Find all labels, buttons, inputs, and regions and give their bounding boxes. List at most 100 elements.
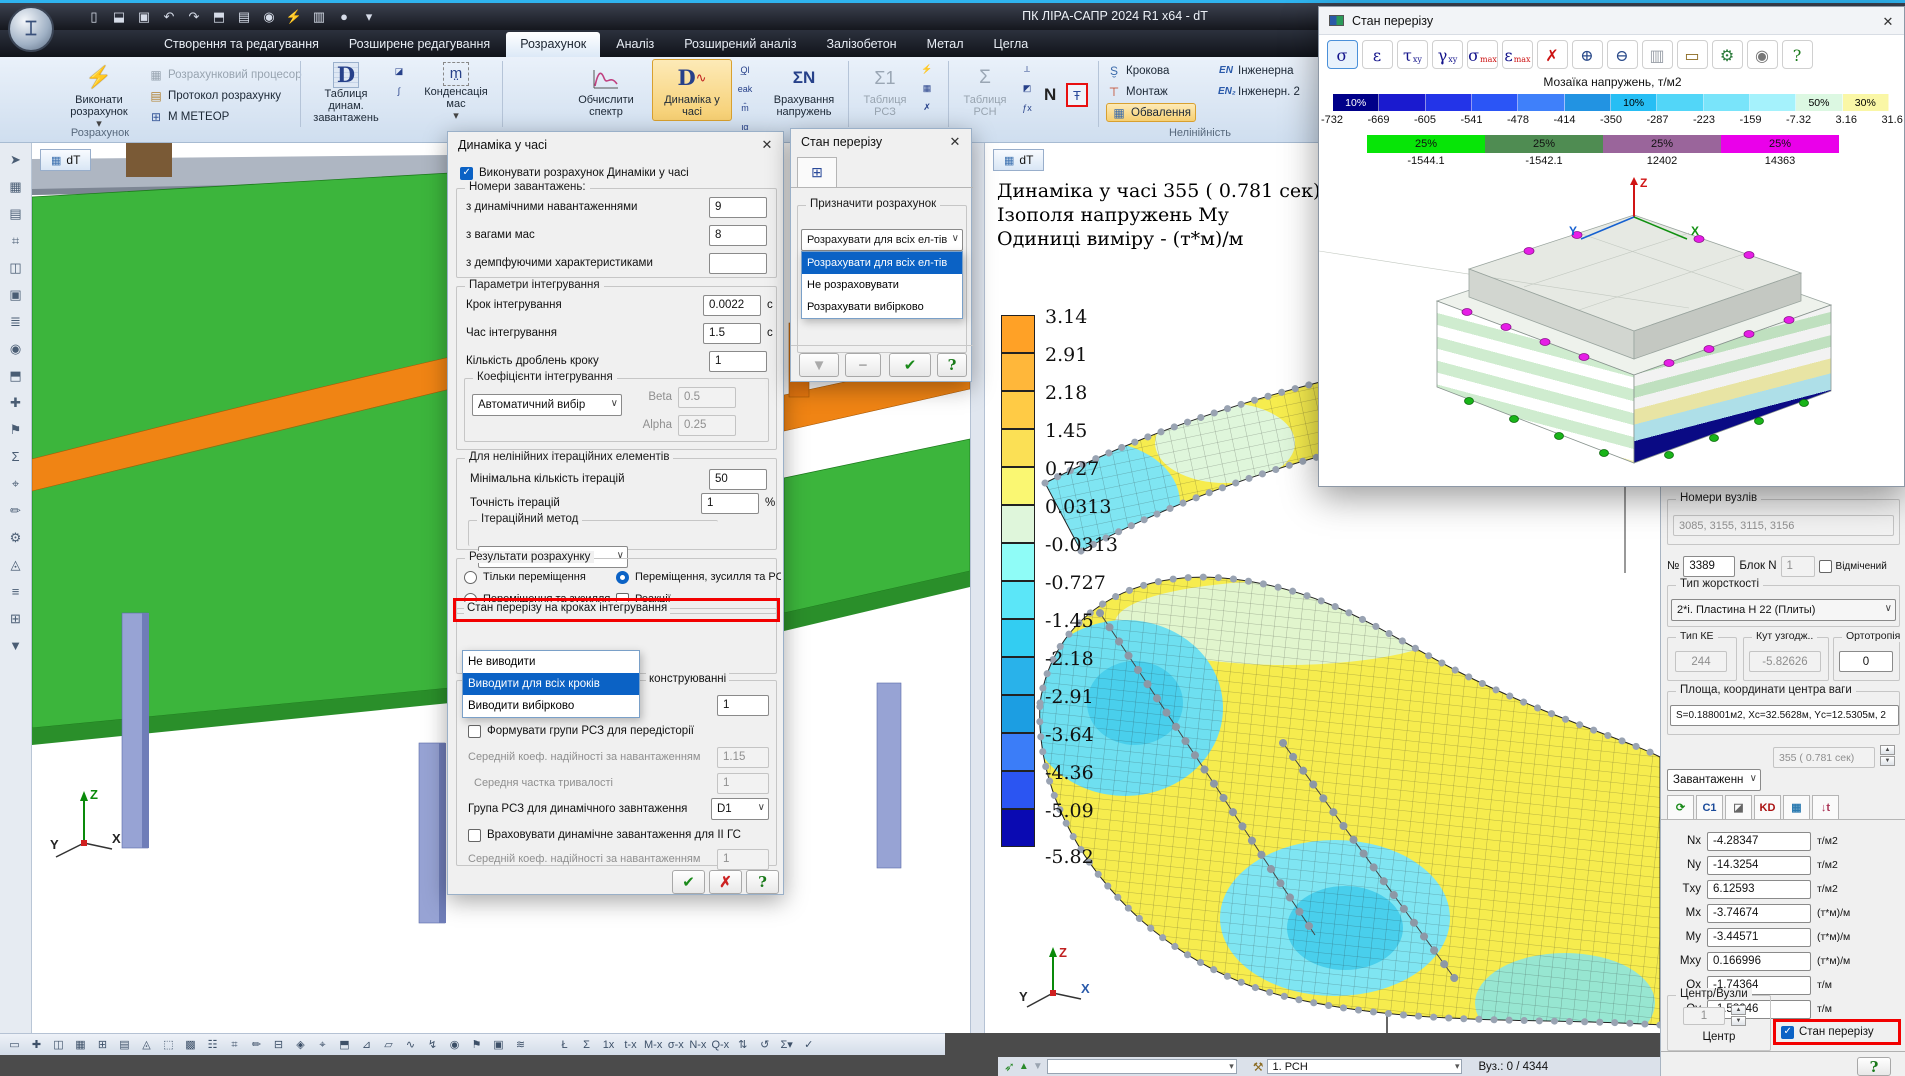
- new-file-icon[interactable]: ▯: [85, 8, 103, 26]
- load-number-input[interactable]: 8: [709, 225, 767, 246]
- bottom-toolbar-icon[interactable]: N-x: [688, 1036, 707, 1054]
- radio-only-displacements[interactable]: Тільки переміщення: [464, 566, 614, 588]
- section-state-ribbon-icon[interactable]: Ŧ: [1066, 83, 1088, 107]
- add-icon[interactable]: ✚: [5, 392, 27, 413]
- dropdown-option[interactable]: Виводити для всіх кроків: [463, 673, 639, 695]
- help-button[interactable]: ?: [1782, 40, 1813, 69]
- ribbon-tab[interactable]: Розширений аналіз: [670, 32, 810, 57]
- bottom-toolbar-icon[interactable]: ✓: [799, 1036, 818, 1054]
- node-numbers-field[interactable]: 3085, 3155, 3115, 3156: [1673, 515, 1894, 536]
- dropdown-option[interactable]: Не виводити: [463, 651, 639, 673]
- bottom-toolbar-icon[interactable]: ☷: [203, 1036, 222, 1054]
- table-icon[interactable]: ▤: [5, 203, 27, 224]
- integration-time-input[interactable]: 1.5: [703, 323, 761, 344]
- bottom-toolbar-icon[interactable]: ◈: [291, 1036, 310, 1054]
- element-number-input[interactable]: 3389: [1683, 556, 1735, 577]
- ribbon-tab[interactable]: Розрахунок: [506, 32, 600, 57]
- ok-button[interactable]: ✔: [672, 870, 705, 894]
- c1-tab-icon[interactable]: C1: [1696, 795, 1723, 819]
- rsz-group-combobox[interactable]: D1: [711, 798, 769, 820]
- bottom-toolbar-icon[interactable]: M-x: [643, 1036, 663, 1054]
- crosshair-icon[interactable]: ⌖: [5, 473, 27, 494]
- block-number-field[interactable]: 1: [1781, 556, 1815, 577]
- engineering-nonlinearity-button[interactable]: ENІнженерна: [1218, 61, 1300, 80]
- alpha-input[interactable]: 0.25: [678, 415, 736, 436]
- bottom-toolbar-icon[interactable]: Q-x: [710, 1036, 730, 1054]
- sum-icon[interactable]: Σ: [5, 446, 27, 467]
- load-case-value-field[interactable]: 355 ( 0.781 сек): [1773, 747, 1875, 768]
- help-button[interactable]: ?: [1857, 1057, 1891, 1076]
- camera-button[interactable]: ◉: [1747, 40, 1778, 69]
- ribbon-tab[interactable]: Створення та редагування: [150, 32, 333, 57]
- section-state-checkbox[interactable]: Стан перерізу: [1773, 1019, 1901, 1045]
- form-rsz-groups-checkbox[interactable]: Формувати групи РСЗ для передісторії: [468, 720, 769, 742]
- plate-tab-icon[interactable]: ◪: [1725, 795, 1752, 819]
- up-icon[interactable]: ▲: [1019, 1061, 1029, 1072]
- force-value-field[interactable]: -3.74674: [1707, 904, 1811, 923]
- ql-mini-icon[interactable]: Q̲l: [736, 61, 754, 78]
- bottom-toolbar-icon[interactable]: ⊿: [357, 1036, 376, 1054]
- center-nodes-input[interactable]: 1: [1683, 1007, 1725, 1025]
- bottom-toolbar-icon[interactable]: [533, 1036, 552, 1054]
- pencil-icon[interactable]: ✏: [5, 500, 27, 521]
- triangle-icon[interactable]: ◬: [5, 554, 27, 575]
- flag-icon[interactable]: ⚑: [5, 419, 27, 440]
- bottom-toolbar-icon[interactable]: Σ: [577, 1036, 596, 1054]
- bottom-toolbar-icon[interactable]: Ł: [555, 1036, 574, 1054]
- stress-accounting-button[interactable]: ΣN Врахування напружень: [764, 59, 844, 121]
- load-number-input[interactable]: 9: [709, 197, 767, 218]
- rsn-table-button[interactable]: Σ Таблиця РСН: [954, 59, 1016, 121]
- epsilon-button[interactable]: ε: [1362, 40, 1393, 69]
- center-nodes-stepper[interactable]: ▲▼: [1731, 1005, 1746, 1026]
- dialog-tab[interactable]: ⊞: [797, 157, 837, 187]
- eak-mini-icon[interactable]: eak: [736, 80, 754, 97]
- bottom-toolbar-icon[interactable]: ▣: [489, 1036, 508, 1054]
- cancel-button[interactable]: ✗: [709, 870, 742, 894]
- target-icon[interactable]: ◉: [5, 338, 27, 359]
- rotate-tab-icon[interactable]: ⟳: [1667, 795, 1694, 819]
- import-icon[interactable]: ⬓: [110, 8, 128, 26]
- ribbon-tab[interactable]: Метал: [913, 32, 978, 57]
- bottom-toolbar-icon[interactable]: ⊟: [269, 1036, 288, 1054]
- load-case-combobox[interactable]: Завантаженн: [1667, 769, 1761, 791]
- montazh-button[interactable]: ⊤Монтаж: [1106, 82, 1196, 101]
- marked-checkbox[interactable]: [1819, 560, 1832, 573]
- delete-table-mini-icon[interactable]: ✗: [918, 99, 936, 116]
- bottom-toolbar-icon[interactable]: ◫: [49, 1036, 68, 1054]
- bottom-toolbar-icon[interactable]: ⌖: [313, 1036, 332, 1054]
- help-button[interactable]: ?: [746, 870, 779, 894]
- orthotropy-input[interactable]: 0: [1839, 651, 1893, 672]
- epsilon-max-button[interactable]: εmax: [1502, 40, 1533, 69]
- bottom-toolbar-icon[interactable]: ↯: [423, 1036, 442, 1054]
- dynamic-load-ii-checkbox[interactable]: Враховувати динамічне завантаження для I…: [468, 824, 769, 846]
- bottom-toolbar-icon[interactable]: ▭: [5, 1036, 24, 1054]
- remove-button[interactable]: −: [845, 353, 881, 377]
- lock-icon[interactable]: ●: [335, 8, 353, 26]
- thermo-tab-icon[interactable]: ↓t: [1812, 795, 1839, 819]
- dropdown-option[interactable]: Розрахувати вибірково: [802, 296, 962, 318]
- ruler-button[interactable]: ▭: [1677, 40, 1708, 69]
- flag-icon[interactable]: ➶: [1004, 1059, 1015, 1075]
- fill-mini-icon[interactable]: ◩: [1018, 80, 1036, 97]
- view-tab-right[interactable]: ▦dT: [993, 149, 1044, 171]
- filter-icon[interactable]: ▼: [5, 635, 27, 656]
- run-calculation-icon[interactable]: ⚡: [285, 8, 303, 26]
- panel-icon[interactable]: ▣: [5, 284, 27, 305]
- diagram-icon[interactable]: ▥: [310, 8, 328, 26]
- zoom-out-button[interactable]: ⊖: [1607, 40, 1638, 69]
- assign-calc-combobox[interactable]: Розрахувати для всіх ел-тів: [801, 229, 963, 251]
- mosaic-tab-icon[interactable]: ▦: [1783, 795, 1810, 819]
- bottom-toolbar-icon[interactable]: ▤: [115, 1036, 134, 1054]
- bottom-toolbar-icon[interactable]: ✚: [27, 1036, 46, 1054]
- avg-duration-input[interactable]: 1: [717, 773, 769, 794]
- force-value-field[interactable]: -4.28347: [1707, 832, 1811, 851]
- fx-mini-icon[interactable]: ƒx: [1018, 99, 1036, 116]
- gamma-xy-button[interactable]: γxy: [1432, 40, 1463, 69]
- ke-type-field[interactable]: 244: [1675, 651, 1727, 672]
- meteor-button[interactable]: ⊞М МЕТЕОР: [148, 107, 302, 126]
- bottom-toolbar-icon[interactable]: ▩: [181, 1036, 200, 1054]
- calc-protocol-button[interactable]: ▤Протокол розрахунку: [148, 86, 302, 105]
- angle-field[interactable]: -5.82626: [1749, 651, 1821, 672]
- dynamic-loads-table-button[interactable]: D Таблиця динам. завантажень: [306, 59, 386, 127]
- more-icon[interactable]: ▾: [360, 8, 378, 26]
